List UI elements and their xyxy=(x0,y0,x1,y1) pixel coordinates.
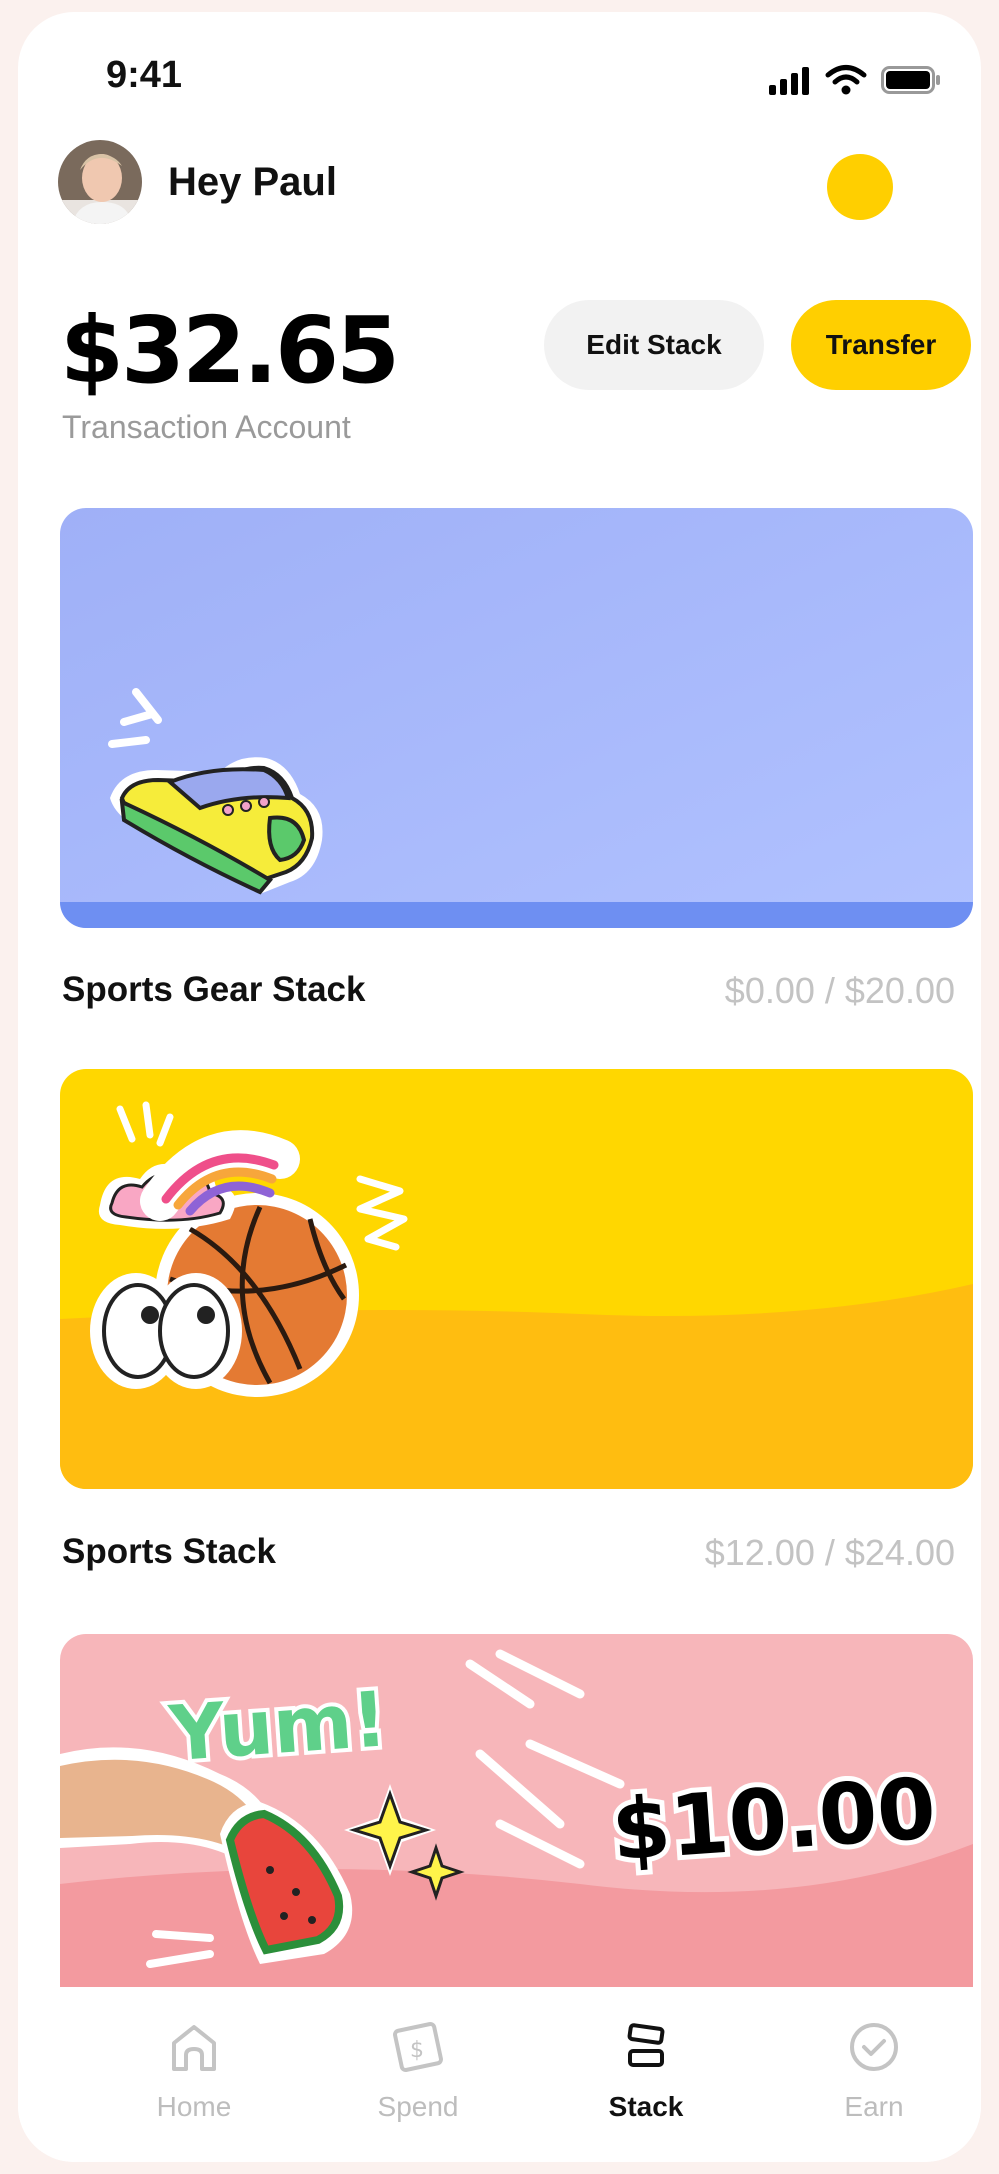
transfer-button[interactable]: Transfer xyxy=(791,300,971,390)
wifi-icon xyxy=(825,65,867,95)
stack-card-sports[interactable] xyxy=(60,1069,973,1489)
account-balance: $32.65 xyxy=(60,297,400,404)
status-bar: 9:41 xyxy=(18,12,981,132)
yum-sticker-text: Yum! xyxy=(166,1674,390,1778)
nav-spend[interactable]: $ Spend xyxy=(338,2017,498,2123)
status-time: 9:41 xyxy=(106,54,183,96)
check-circle-icon xyxy=(850,2023,898,2071)
account-label: Transaction Account xyxy=(62,409,351,445)
home-icon xyxy=(172,2025,216,2071)
avatar[interactable] xyxy=(58,140,142,224)
nav-label: Stack xyxy=(608,2091,684,2122)
nav-earn[interactable]: Earn xyxy=(794,2017,954,2123)
nav-label: Home xyxy=(156,2091,232,2122)
signal-icon xyxy=(769,67,809,95)
status-icons xyxy=(767,64,941,96)
nav-stack[interactable]: Stack xyxy=(566,2017,726,2123)
notification-dot-icon[interactable] xyxy=(827,154,893,220)
nav-label: Earn xyxy=(844,2091,904,2122)
nav-label: Spend xyxy=(377,2091,459,2122)
stack-title-sports-gear[interactable]: Sports Gear Stack xyxy=(62,970,365,1010)
greeting-header: Hey Paul xyxy=(58,140,337,224)
dollar-note-icon: $ xyxy=(393,2022,443,2072)
phone-screen: 9:41 Hey Paul $32.65 Transaction Account… xyxy=(18,12,981,2162)
stack-amount-sports-gear: $0.00 / $20.00 xyxy=(724,970,955,1011)
bottom-nav: Home $ Spend Stack Earn xyxy=(18,1987,981,2162)
stack-icon xyxy=(627,2023,665,2067)
stack-card-sports-gear[interactable] xyxy=(60,508,973,928)
nav-home[interactable]: Home xyxy=(114,2017,274,2123)
edit-stack-button[interactable]: Edit Stack xyxy=(544,300,764,390)
greeting-text: Hey Paul xyxy=(168,159,337,204)
stack-title-sports[interactable]: Sports Stack xyxy=(62,1532,276,1572)
stack-amount-sports: $12.00 / $24.00 xyxy=(704,1532,955,1573)
stack-card-food[interactable]: Yum! $10.00 xyxy=(60,1634,973,1994)
svg-text:$: $ xyxy=(410,2038,424,2063)
battery-icon xyxy=(881,66,940,94)
